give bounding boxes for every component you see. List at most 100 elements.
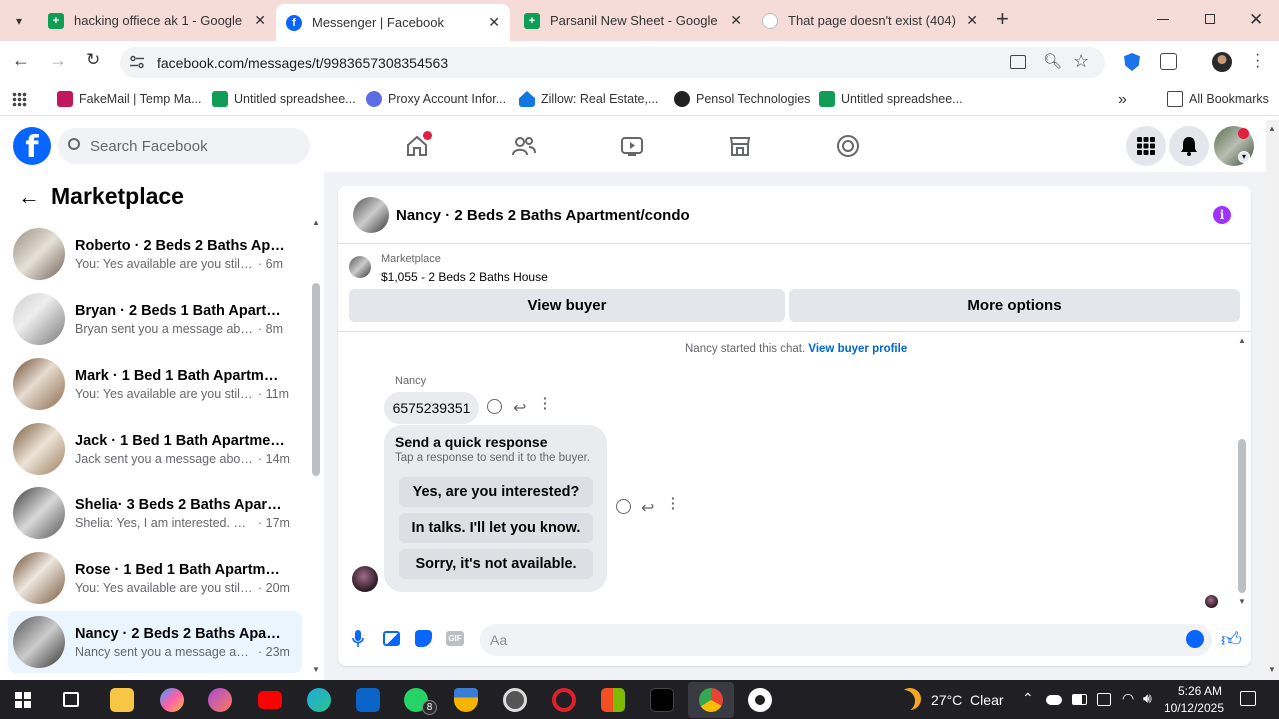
photo-icon[interactable] <box>383 631 400 646</box>
scroll-down-arrow-icon[interactable]: ▼ <box>312 665 320 674</box>
close-tab-icon[interactable]: ✕ <box>488 14 500 31</box>
nav-friends-icon[interactable] <box>510 132 538 160</box>
app-icon[interactable] <box>208 688 232 712</box>
bookmark-zillow[interactable]: Zillow: Real Estate,... <box>519 91 658 107</box>
emoji-icon[interactable] <box>1186 630 1204 648</box>
bookmark-sheet[interactable]: Untitled spreadshee... <box>212 91 356 107</box>
copilot-icon[interactable] <box>160 688 184 712</box>
clock-date[interactable]: 10/12/2025 <box>1162 701 1224 715</box>
like-thumb-icon[interactable]: 👍︎ <box>1221 628 1242 652</box>
microphone-icon[interactable] <box>352 630 364 647</box>
conversation-item-selected[interactable]: Nancy · 2 Beds 2 Baths Apartme... Nancy … <box>8 611 302 673</box>
zoom-icon[interactable]: 🔍︎ <box>1043 52 1062 70</box>
close-window-icon[interactable]: ✕ <box>1249 10 1263 30</box>
url-text[interactable]: facebook.com/messages/t/9983657308354563 <box>157 55 448 71</box>
battery-icon[interactable] <box>1072 694 1087 705</box>
conversation-item[interactable]: Roberto · 2 Beds 2 Baths Apart... You: Y… <box>8 223 302 285</box>
minimize-icon[interactable] <box>1157 19 1169 20</box>
browser-tab[interactable]: That page doesn't exist (404) - F ✕ <box>752 4 988 37</box>
view-buyer-profile-link[interactable]: View buyer profile <box>808 343 907 355</box>
conversation-item[interactable]: Jack · 1 Bed 1 Bath Apartment/c... Jack … <box>8 418 302 480</box>
close-tab-icon[interactable]: ✕ <box>966 12 978 29</box>
scroll-up-arrow-icon[interactable]: ▲ <box>312 218 320 227</box>
search-input[interactable]: Search Facebook <box>58 128 310 164</box>
info-icon[interactable]: i <box>1213 206 1231 224</box>
close-tab-icon[interactable]: ✕ <box>254 12 266 29</box>
bookmark-pensol[interactable]: Pensol Technologies <box>674 91 810 107</box>
scroll-down-arrow-icon[interactable]: ▼ <box>1238 597 1246 606</box>
browser-menu-icon[interactable]: · · · <box>1255 47 1260 75</box>
menu-grid-button[interactable] <box>1126 126 1166 166</box>
all-bookmarks[interactable]: All Bookmarks <box>1167 91 1269 107</box>
onedrive-icon[interactable] <box>1046 695 1062 705</box>
react-emoji-icon[interactable] <box>487 399 502 414</box>
back-icon[interactable]: ← <box>12 50 30 71</box>
chat-title[interactable]: Nancy · 2 Beds 2 Baths Apartment/condo <box>396 207 690 224</box>
profile-avatar[interactable] <box>1212 52 1232 72</box>
message-bubble[interactable]: 6575239351 <box>384 392 479 424</box>
weather-moon-icon[interactable] <box>899 688 921 710</box>
bookmark-star-icon[interactable]: ☆ <box>1073 51 1089 72</box>
nav-video-icon[interactable] <box>618 132 646 160</box>
nav-marketplace-icon[interactable] <box>726 132 754 160</box>
app-icon[interactable] <box>503 688 527 712</box>
wifi-icon[interactable]: ◠ <box>1122 690 1134 707</box>
task-view-icon[interactable] <box>63 692 79 707</box>
listing-title[interactable]: $1,055 - 2 Beds 2 Baths House <box>381 270 548 284</box>
conversation-item[interactable]: Mark · 1 Bed 1 Bath Apartment/... You: Y… <box>8 353 302 415</box>
view-buyer-button[interactable]: View buyer <box>349 289 785 322</box>
quick-response-button[interactable]: Sorry, it's not available. <box>399 549 593 579</box>
reply-icon[interactable]: ↩ <box>641 498 654 518</box>
app-medal-icon[interactable] <box>454 688 478 712</box>
conversation-item[interactable]: Shelia· 3 Beds 2 Baths Apartme... Shelia… <box>8 482 302 544</box>
outlook-icon[interactable] <box>356 688 380 712</box>
clock-time[interactable]: 5:26 AM <box>1172 684 1222 698</box>
page-scroll-up[interactable] <box>1266 120 1279 680</box>
quick-response-button[interactable]: In talks. I'll let you know. <box>399 513 593 543</box>
browser-tab[interactable]: + Parsanil New Sheet - Google Sh ✕ <box>514 4 752 37</box>
chat-header-avatar[interactable] <box>353 197 389 233</box>
react-emoji-icon[interactable] <box>616 499 631 514</box>
weather-text[interactable]: 27°C Clear <box>931 692 1004 708</box>
url-bar[interactable]: facebook.com/messages/t/9983657308354563… <box>120 47 1105 78</box>
chevron-up-icon[interactable]: ⌃ <box>1022 690 1034 707</box>
gif-icon[interactable]: GIF <box>446 631 464 646</box>
scroll-down-arrow-icon[interactable]: ▼ <box>1268 665 1276 674</box>
browser-tab[interactable]: + hacking offiece ak 1 - Google Sh ✕ <box>38 4 276 37</box>
chevron-down-icon[interactable]: ▾ <box>1238 151 1250 163</box>
more-options-button[interactable]: More options <box>789 289 1240 322</box>
start-windows-icon[interactable] <box>15 692 31 708</box>
conversation-item[interactable]: Bryan · 2 Beds 1 Bath Apartmen... Bryan … <box>8 288 302 350</box>
settings-gear-icon[interactable] <box>748 688 772 712</box>
apps-grid-icon[interactable] <box>12 92 27 107</box>
scroll-up-arrow-icon[interactable]: ▲ <box>1268 124 1276 133</box>
message-input[interactable]: Aa <box>480 624 1212 656</box>
close-tab-icon[interactable]: ✕ <box>730 12 742 29</box>
sidebar-scrollbar[interactable] <box>312 283 320 476</box>
file-explorer-icon[interactable] <box>110 688 134 712</box>
volume-icon[interactable]: 🔊︎ <box>1143 690 1152 707</box>
network-icon[interactable] <box>1097 693 1111 706</box>
tiktok-icon[interactable] <box>650 688 674 712</box>
facebook-logo-icon[interactable]: f <box>13 127 51 165</box>
bookmark-fakemail[interactable]: FakeMail | Temp Ma... <box>57 91 202 107</box>
tab-search-button[interactable]: ▾ <box>8 10 30 32</box>
site-info-icon[interactable] <box>129 55 145 69</box>
conversation-item[interactable]: Rose · 1 Bed 1 Bath Apartment/c... You: … <box>8 547 302 609</box>
chrome-icon[interactable] <box>699 688 723 712</box>
reply-icon[interactable]: ↩ <box>513 398 526 418</box>
edge-icon[interactable] <box>307 688 331 712</box>
bookmark-proxy[interactable]: Proxy Account Infor... <box>366 91 506 107</box>
sender-avatar[interactable] <box>352 566 378 592</box>
nav-gaming-icon[interactable] <box>834 132 862 160</box>
notification-center-icon[interactable] <box>1240 691 1256 706</box>
new-tab-button[interactable]: + <box>996 8 1018 32</box>
youtube-icon[interactable] <box>258 691 282 709</box>
more-bookmarks-icon[interactable]: » <box>1118 91 1127 109</box>
extensions-icon[interactable] <box>1160 53 1177 70</box>
bookmark-sheet-2[interactable]: Untitled spreadshee... <box>819 91 963 107</box>
message-more-icon[interactable]: · · · <box>543 391 548 415</box>
back-arrow-icon[interactable]: ← <box>18 184 40 210</box>
quick-response-button[interactable]: Yes, are you interested? <box>399 477 593 507</box>
chat-scrollbar[interactable] <box>1238 439 1246 593</box>
